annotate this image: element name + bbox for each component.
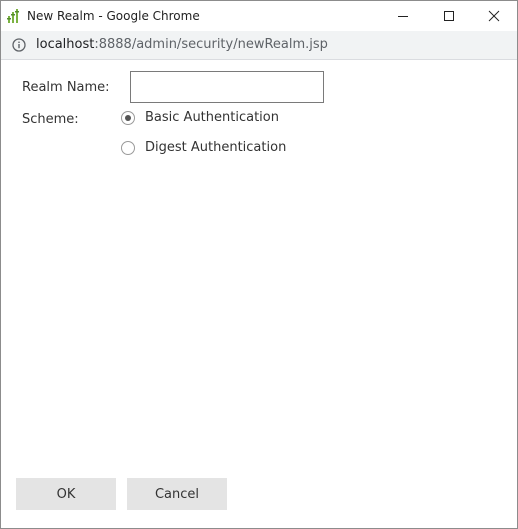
dialog-content: Realm Name: Scheme: Basic Authentication… (1, 60, 517, 528)
ok-button[interactable]: OK (16, 478, 116, 510)
cancel-button[interactable]: Cancel (127, 478, 227, 510)
browser-window: New Realm - Google Chrome localhost:8888… (0, 0, 518, 529)
radio-label-digest: Digest Authentication (145, 140, 287, 155)
app-icon (7, 8, 21, 24)
title-bar: New Realm - Google Chrome (1, 1, 517, 31)
radio-basic-authentication[interactable] (121, 110, 135, 125)
maximize-button[interactable] (426, 1, 472, 31)
radio-digest-authentication[interactable] (121, 140, 135, 155)
minimize-icon (398, 16, 408, 17)
url-text[interactable]: localhost:8888/admin/security/newRealm.j… (36, 37, 328, 52)
realm-name-label: Realm Name: (22, 80, 110, 95)
url-host: localhost (36, 37, 95, 52)
address-bar: localhost:8888/admin/security/newRealm.j… (1, 31, 517, 60)
maximize-icon (444, 11, 454, 21)
minimize-button[interactable] (380, 1, 426, 31)
url-path: :8888/admin/security/newRealm.jsp (94, 37, 328, 52)
scheme-option-basic[interactable]: Basic Authentication (121, 110, 279, 125)
scheme-label: Scheme: (22, 112, 79, 127)
radio-label-basic: Basic Authentication (145, 110, 279, 125)
close-button[interactable] (471, 1, 517, 31)
close-icon (488, 10, 500, 22)
realm-name-input[interactable] (130, 71, 324, 103)
info-icon[interactable] (12, 38, 26, 52)
window-title: New Realm - Google Chrome (27, 9, 200, 23)
scheme-option-digest[interactable]: Digest Authentication (121, 140, 286, 155)
